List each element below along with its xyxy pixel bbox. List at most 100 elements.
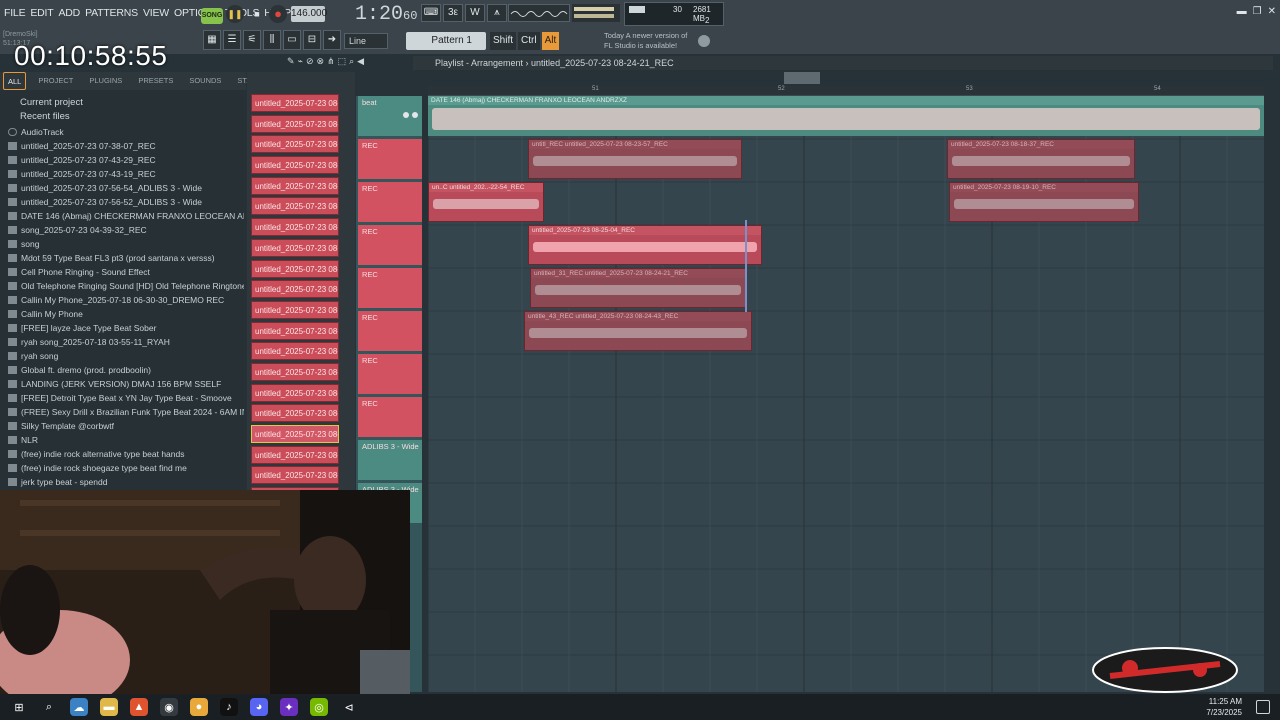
slice-icon[interactable]: ⋔ [327, 56, 335, 70]
audio-clip-selected[interactable]: untitled_2025-07-23 08-25-04_REC [528, 225, 762, 265]
track-header-rec[interactable]: REC [358, 225, 422, 265]
playlist-grid[interactable]: DATE 146 (Abmaj) CHECKERMAN FRANXO LEOCE… [428, 96, 1264, 692]
pause-icon[interactable]: ❚❚ [226, 5, 244, 23]
recent-file-item[interactable]: NLR [8, 433, 244, 447]
restore-icon[interactable]: ❐ [1253, 6, 1262, 17]
channel-button[interactable]: untitled_2025-07-23 08- [251, 300, 339, 319]
select-icon[interactable]: ⬚ [338, 56, 347, 70]
audio-clip[interactable]: untitled_2025-07-23 08-18-37_REC [947, 139, 1135, 179]
channel-button[interactable]: untitled_2025-07-23 08- [251, 466, 339, 485]
track-header-rec[interactable]: REC [358, 268, 422, 308]
channel-button[interactable]: untitled_2025-07-23 08- [251, 445, 339, 464]
notification-icon[interactable] [1256, 700, 1270, 714]
speaker-icon[interactable]: ◀ [357, 56, 364, 70]
tiktok-icon[interactable]: ♪ [220, 698, 238, 716]
playlist-view-icon[interactable]: ▦ [203, 30, 221, 50]
recent-file-item[interactable]: LANDING (JERK VERSION) DMAJ 156 BPM SSEL… [8, 377, 244, 391]
track-header-rec[interactable]: REC [358, 354, 422, 394]
track-header-adlibs[interactable]: ADLIBS 3 - Wide [358, 440, 422, 480]
recent-file-item[interactable]: untitled_2025-07-23 07-43-19_REC [8, 167, 244, 181]
arrow-right-icon[interactable]: ➜ [323, 30, 341, 50]
tab-presets[interactable]: PRESETS [134, 72, 177, 90]
channel-button[interactable]: untitled_2025-07-23 08- [251, 280, 339, 299]
audio-clip[interactable]: untitled_2025-07-23 08-19-10_REC [949, 182, 1139, 222]
channel-button[interactable]: untitled_2025-07-23 08- [251, 404, 339, 423]
song-mode-button[interactable]: SONG [201, 8, 223, 24]
audio-clip[interactable]: untitle_43_REC untitled_2025-07-23 08-24… [524, 311, 752, 351]
close-icon[interactable]: ✕ [1268, 6, 1276, 17]
tab-project[interactable]: PROJECT [34, 72, 77, 90]
step-edit-icon[interactable]: 3ε [443, 4, 463, 22]
track-header-rec[interactable]: REC [358, 397, 422, 437]
channel-button[interactable]: untitled_2025-07-23 08- [251, 197, 339, 216]
channel-button[interactable]: untitled_2025-07-23 08- [251, 342, 339, 361]
zoom-icon[interactable]: ⌕ [349, 56, 354, 70]
mute-dot[interactable] [403, 112, 409, 118]
track-header-rec[interactable]: REC [358, 311, 422, 351]
minimize-icon[interactable]: ▬ [1237, 6, 1247, 17]
folder-icon[interactable]: ▬ [100, 698, 118, 716]
windows-start-icon[interactable]: ⊞ [10, 698, 28, 716]
recent-file-item[interactable]: jerk type beat - spendd [8, 475, 244, 489]
fl-studio-icon[interactable]: ● [190, 698, 208, 716]
recent-file-item[interactable]: untitled_2025-07-23 07-56-54_ADLIBS 3 - … [8, 181, 244, 195]
recent-file-item[interactable]: untitled_2025-07-23 07-43-29_REC [8, 153, 244, 167]
stop-icon[interactable]: ■ [248, 5, 266, 23]
recent-file-item[interactable]: Callin My Phone [8, 307, 244, 321]
menu-view[interactable]: VIEW [143, 3, 169, 23]
tab-all[interactable]: ALL [3, 72, 27, 90]
audio-clip[interactable]: untitled_31_REC untitled_2025-07-23 08-2… [530, 268, 746, 308]
channel-button[interactable]: untitled_2025-07-23 08- [251, 321, 339, 340]
brave-browser-icon[interactable]: ▲ [130, 698, 148, 716]
recent-file-item[interactable]: (free) indie rock shoegaze type beat fin… [8, 461, 244, 475]
channel-button[interactable]: untitled_2025-07-23 08- [251, 425, 339, 443]
recent-file-item[interactable]: AudioTrack [8, 125, 244, 139]
ctrl-key-button[interactable]: Ctrl [518, 32, 540, 50]
master-volume-meter[interactable] [572, 4, 620, 22]
paint-icon[interactable]: ⌁ [298, 56, 303, 70]
snap-selector[interactable]: Line [344, 33, 388, 49]
globe-icon[interactable] [698, 35, 710, 47]
audio-clip[interactable]: un..C untitled_202..-22-54_REC [428, 182, 544, 222]
cloud-icon[interactable]: ☁ [70, 698, 88, 716]
channel-button[interactable]: untitled_2025-07-23 08- [251, 383, 339, 402]
recent-file-item[interactable]: Mdot 59 Type Beat FL3 pt3 (prod santana … [8, 251, 244, 265]
blend-notes-icon[interactable]: W [465, 4, 485, 22]
recent-file-item[interactable]: Old Telephone Ringing Sound [HD] Old Tel… [8, 279, 244, 293]
recent-file-item[interactable]: (free) indie rock alternative type beat … [8, 447, 244, 461]
recent-file-item[interactable]: untitled_2025-07-23 07-38-07_REC [8, 139, 244, 153]
menu-edit[interactable]: EDIT [30, 3, 53, 23]
audio-clip[interactable]: untitl_REC untitled_2025-07-23 08-23-57_… [528, 139, 742, 179]
track-header-rec[interactable]: REC [358, 139, 422, 179]
menu-file[interactable]: FILE [4, 3, 26, 23]
mixer-icon[interactable]: ⫼ [263, 30, 281, 50]
timeline-ruler[interactable]: 51 52 53 54 [428, 86, 1264, 96]
tempo-display[interactable]: 146.000 [291, 6, 327, 22]
shift-key-button[interactable]: Shift [490, 32, 517, 50]
record-icon[interactable]: ● [269, 5, 287, 23]
track-header-rec[interactable]: REC [358, 182, 422, 222]
recent-file-item[interactable]: DATE 146 (Abmaj) CHECKERMAN FRANXO LEOCE… [8, 209, 244, 223]
channel-button[interactable]: untitled_2025-07-23 08- [251, 218, 339, 237]
menu-patterns[interactable]: PATTERNS [85, 3, 138, 23]
search-icon[interactable]: ⌕ [40, 698, 58, 716]
system-clock[interactable]: 11:25 AM 7/23/2025 [1192, 696, 1242, 718]
delete-icon[interactable]: ⊘ [306, 56, 314, 70]
pencil-icon[interactable]: ✎ [287, 56, 295, 70]
recent-file-item[interactable]: Cell Phone Ringing - Sound Effect [8, 265, 244, 279]
typing-keyboard-icon[interactable]: ⌨ [421, 4, 441, 22]
channel-button[interactable]: untitled_2025-07-23 08- [251, 176, 339, 195]
plugin-icon[interactable]: ⊟ [303, 30, 321, 50]
horizontal-scrollbar[interactable] [784, 72, 820, 84]
recent-file-item[interactable]: [FREE] layze Jace Type Beat Sober [8, 321, 244, 335]
audio-clip-beat[interactable]: DATE 146 (Abmaj) CHECKERMAN FRANXO LEOCE… [428, 96, 1264, 136]
obs-icon[interactable]: ◉ [160, 698, 178, 716]
recent-file-item[interactable]: [FREE] Detroit Type Beat x YN Jay Type B… [8, 391, 244, 405]
channel-button[interactable]: untitled_2025-07-23 08- [251, 238, 339, 257]
recent-file-item[interactable]: ryah song_2025-07-18 03-55-11_RYAH [8, 335, 244, 349]
capcut-icon[interactable]: ⊲ [340, 698, 358, 716]
channel-button[interactable]: untitled_2025-07-23 08- [251, 362, 339, 381]
recent-file-item[interactable]: Silky Template @corbwtf [8, 419, 244, 433]
channel-rack-icon[interactable]: ⚟ [243, 30, 261, 50]
recent-file-item[interactable]: song_2025-07-23 04-39-32_REC [8, 223, 244, 237]
